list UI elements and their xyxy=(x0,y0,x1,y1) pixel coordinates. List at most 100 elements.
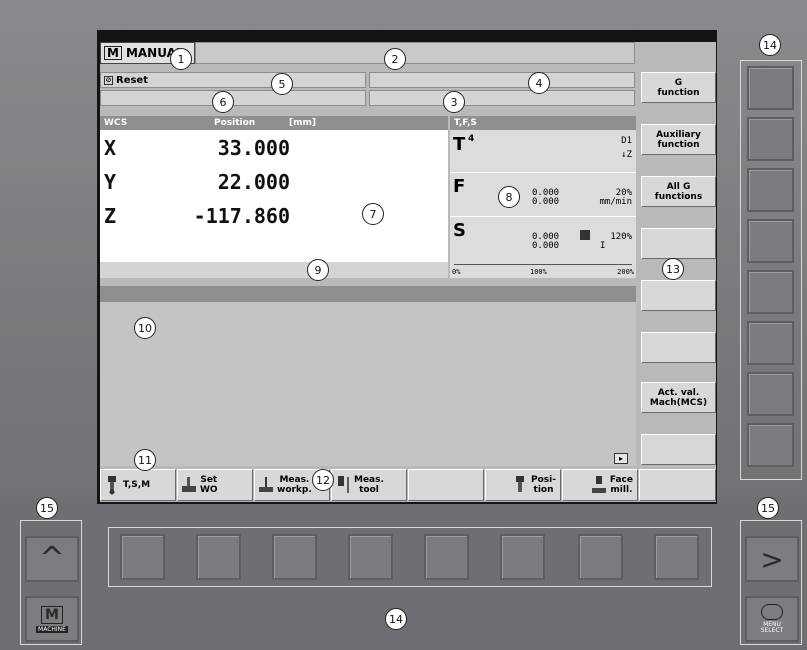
dialog-line: ▸ xyxy=(100,452,636,466)
softkey-horizontal-8[interactable] xyxy=(639,469,716,501)
spindle-override: 120% xyxy=(610,232,632,242)
program-path-field xyxy=(195,42,635,64)
softkey-g-function[interactable]: G function xyxy=(641,72,716,103)
feed-unit: mm/min xyxy=(599,197,632,207)
softkey-vertical-5[interactable] xyxy=(641,280,716,311)
reset-label: Reset xyxy=(116,74,148,86)
softkey-position-label: Posi- tion xyxy=(531,475,556,495)
scale-200: 200% xyxy=(617,268,634,276)
callout-6: 6 xyxy=(212,91,234,113)
axis-x-value: 33.000 xyxy=(217,136,290,160)
callout-9: 9 xyxy=(307,259,329,281)
hw-horizontal-key-1[interactable] xyxy=(120,534,165,580)
hmi-screen: M MANUAL ⊘ Reset WCS Position [mm] X 33.… xyxy=(100,42,716,502)
work-window xyxy=(100,302,636,452)
callout-14-top: 14 xyxy=(759,34,781,56)
callout-4: 4 xyxy=(528,72,550,94)
softkey-vertical-4[interactable] xyxy=(641,228,716,259)
hw-horizontal-key-7[interactable] xyxy=(578,534,623,580)
tfs-window: T 4 D1 ↓Z F 0.000 0.000 20% mm/min S 0.0… xyxy=(450,130,636,278)
softkey-meas-tool[interactable]: Meas. tool xyxy=(331,469,407,501)
callout-12: 12 xyxy=(312,469,334,491)
hw-vertical-key-7[interactable] xyxy=(747,372,794,416)
hw-vertical-key-8[interactable] xyxy=(747,423,794,467)
softkey-face-mill[interactable]: Face mill. xyxy=(562,469,638,501)
hw-vertical-key-3[interactable] xyxy=(747,168,794,212)
measure-workpiece-icon xyxy=(259,477,273,492)
machine-mode-icon: M xyxy=(104,46,122,60)
softkey-all-g-functions[interactable]: All G functions xyxy=(641,176,716,207)
softkey-meas-tool-label: Meas. tool xyxy=(354,475,384,495)
callout-5: 5 xyxy=(271,73,293,95)
softkey-vertical-6[interactable] xyxy=(641,332,716,363)
hw-horizontal-key-6[interactable] xyxy=(500,534,545,580)
feedback-line xyxy=(100,262,448,278)
softkey-meas-workp-label: Meas. workp. xyxy=(277,475,312,495)
spindle-gear: I xyxy=(600,241,606,251)
callout-14-bottom: 14 xyxy=(385,608,407,630)
alarm-line xyxy=(369,72,635,88)
callout-2: 2 xyxy=(384,48,406,70)
callout-10: 10 xyxy=(134,317,156,339)
machine-key[interactable]: M MACHINE xyxy=(25,596,79,642)
softkey-tsm-label: T,S,M xyxy=(123,480,151,490)
softkey-set-wo[interactable]: Set WO xyxy=(177,469,253,501)
measure-tool-icon xyxy=(338,476,349,493)
reset-icon: ⊘ xyxy=(104,75,113,85)
tool-label: T xyxy=(453,134,466,155)
axis-z-value: -117.860 xyxy=(193,204,290,228)
menu-select-key[interactable]: MENU SELECT xyxy=(745,596,799,642)
callout-3: 3 xyxy=(443,91,465,113)
feed-value-set: 0.000 xyxy=(532,197,560,207)
softkey-vertical-8[interactable] xyxy=(641,434,716,465)
softkey-tsm[interactable]: T,S,M xyxy=(100,469,176,501)
channel-message-field xyxy=(369,90,635,106)
tool-spindle-icon xyxy=(108,476,116,495)
tool-d-value: D1 xyxy=(621,136,632,146)
recall-key[interactable]: ^ xyxy=(25,536,79,582)
spindle-icon xyxy=(580,230,590,240)
callout-1: 1 xyxy=(170,48,192,70)
tfs-divider-2 xyxy=(450,216,636,217)
channel-status-field: ⊘ Reset xyxy=(100,72,366,88)
softkey-act-val-mcs[interactable]: Act. val. Mach(MCS) xyxy=(641,382,716,413)
work-window-header xyxy=(100,286,636,302)
softkey-face-mill-label: Face mill. xyxy=(609,475,633,495)
callout-13: 13 xyxy=(662,258,684,280)
hw-horizontal-key-8[interactable] xyxy=(654,534,699,580)
softkey-set-wo-label: Set WO xyxy=(200,475,218,495)
etc-key[interactable]: > xyxy=(745,536,799,582)
more-softkeys-icon[interactable]: ▸ xyxy=(614,453,628,464)
scale-100: 100% xyxy=(530,268,547,276)
machine-icon: M xyxy=(41,605,63,624)
hw-horizontal-key-4[interactable] xyxy=(348,534,393,580)
recall-icon: ^ xyxy=(39,541,65,576)
callout-15-left: 15 xyxy=(36,497,58,519)
softkey-horizontal-5[interactable] xyxy=(408,469,484,501)
hw-horizontal-key-2[interactable] xyxy=(196,534,241,580)
hw-vertical-key-4[interactable] xyxy=(747,219,794,263)
position-label: Position xyxy=(214,118,256,128)
axis-y-value: 22.000 xyxy=(217,170,290,194)
wcs-label: WCS xyxy=(104,118,128,128)
hw-horizontal-key-5[interactable] xyxy=(424,534,469,580)
hw-vertical-key-5[interactable] xyxy=(747,270,794,314)
callout-8: 8 xyxy=(498,186,520,208)
menu-select-icon xyxy=(761,604,783,620)
tfs-divider-1 xyxy=(450,172,636,173)
unit-label: [mm] xyxy=(289,118,316,128)
callout-7: 7 xyxy=(362,203,384,225)
set-wo-icon xyxy=(182,477,196,492)
softkey-auxiliary-function[interactable]: Auxiliary function xyxy=(641,124,716,155)
hw-vertical-key-6[interactable] xyxy=(747,321,794,365)
hw-horizontal-key-3[interactable] xyxy=(272,534,317,580)
tool-number: 4 xyxy=(468,134,475,144)
hw-vertical-key-1[interactable] xyxy=(747,66,794,110)
softkey-position[interactable]: Posi- tion xyxy=(485,469,561,501)
spindle-load-scale xyxy=(454,264,632,265)
callout-15-right: 15 xyxy=(757,497,779,519)
hw-vertical-key-2[interactable] xyxy=(747,117,794,161)
spindle-value-set: 0.000 xyxy=(532,241,560,251)
face-mill-icon xyxy=(591,476,606,493)
spindle-label: S xyxy=(453,220,466,241)
